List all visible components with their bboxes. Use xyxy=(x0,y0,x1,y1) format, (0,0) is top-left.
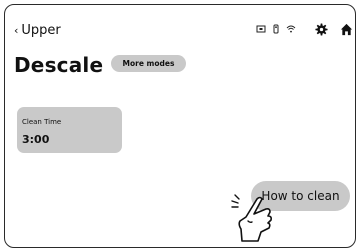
remote-icon xyxy=(273,24,279,34)
page-title: Descale xyxy=(14,53,104,77)
clean-time-value: 3:00 xyxy=(22,133,50,146)
how-to-clean-button[interactable]: How to clean xyxy=(251,181,350,211)
status-icons xyxy=(256,24,296,34)
wifi-icon xyxy=(286,25,296,33)
gear-icon[interactable] xyxy=(315,23,328,36)
chevron-left-icon: ‹ xyxy=(14,24,19,37)
clean-time-tile[interactable]: Clean Time 3:00 xyxy=(17,107,122,153)
screen-icon xyxy=(256,25,266,33)
more-modes-button[interactable]: More modes xyxy=(111,55,186,72)
clean-time-label: Clean Time xyxy=(22,118,62,126)
back-button[interactable]: ‹ Upper xyxy=(14,23,61,38)
back-label: Upper xyxy=(21,23,61,38)
home-icon[interactable] xyxy=(340,23,353,36)
